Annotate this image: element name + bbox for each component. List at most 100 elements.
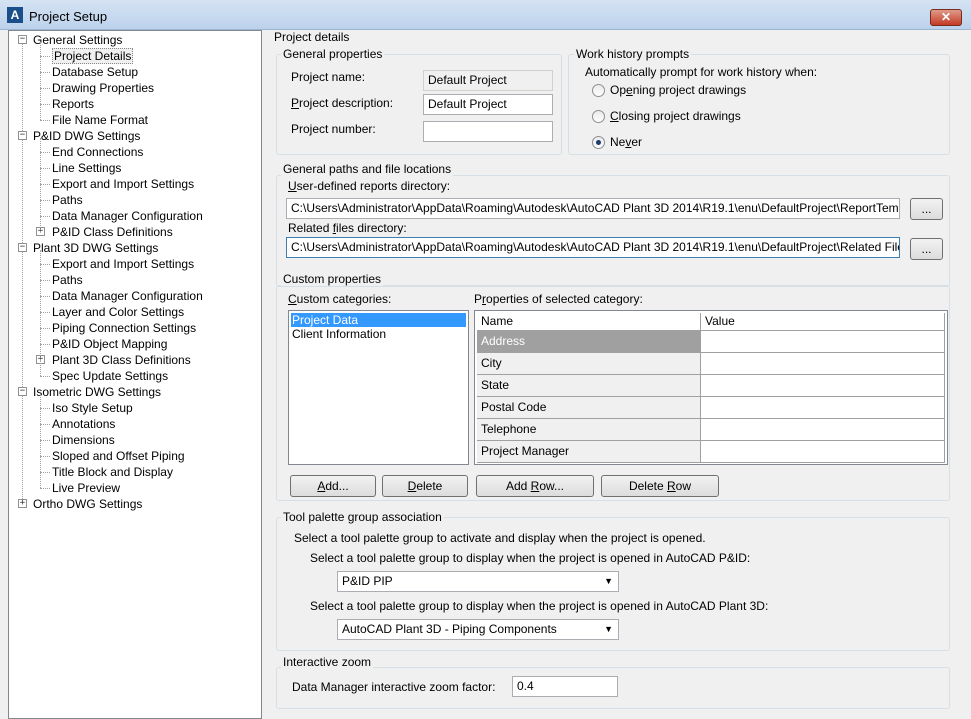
tree-item-spec-update-settings[interactable]: Spec Update Settings <box>52 368 168 384</box>
never-radio[interactable] <box>592 136 605 149</box>
project-number-label: Project number: <box>291 122 376 136</box>
delete-category-button[interactable]: Delete <box>382 475 468 497</box>
never-label[interactable]: Never <box>610 135 642 149</box>
tree-item-live-preview[interactable]: Live Preview <box>52 480 120 496</box>
reports-browse-button[interactable]: ... <box>910 198 943 220</box>
tree-item-iso-style-setup[interactable]: Iso Style Setup <box>52 400 133 416</box>
project-description-field[interactable]: Default Project <box>423 94 553 115</box>
project-number-field[interactable] <box>423 121 553 142</box>
tree-item-export-and-import-settings[interactable]: Export and Import Settings <box>52 176 194 192</box>
tree-item-isometric-dwg-settings[interactable]: Isometric DWG Settings <box>33 384 161 400</box>
grid-cell-value[interactable] <box>701 331 945 353</box>
tree-item-title-block-and-display[interactable]: Title Block and Display <box>52 464 173 480</box>
category-item-project-data[interactable]: Project Data <box>291 313 466 327</box>
pid-palette-label: Select a tool palette group to display w… <box>310 551 751 565</box>
grid-cell-value[interactable] <box>701 353 945 375</box>
tree-item-paths[interactable]: Paths <box>52 192 83 208</box>
collapse-icon[interactable]: − <box>18 387 27 396</box>
tree-item-data-manager-configuration[interactable]: Data Manager Configuration <box>52 288 203 304</box>
grid-cell-name[interactable]: Postal Code <box>477 397 701 419</box>
collapse-icon[interactable]: − <box>18 35 27 44</box>
tree-guide-line <box>40 408 50 409</box>
chevron-down-icon[interactable]: ▼ <box>604 621 613 638</box>
delete-row-button[interactable]: Delete Row <box>601 475 719 497</box>
close-button[interactable]: ✕ <box>930 9 962 26</box>
grid-cell-name[interactable]: Project Manager <box>477 441 701 463</box>
grid-cell-name[interactable]: City <box>477 353 701 375</box>
tree-item-sloped-and-offset-piping[interactable]: Sloped and Offset Piping <box>52 448 185 464</box>
custom-categories-label: Custom categories: <box>288 292 392 306</box>
tree-item-end-connections[interactable]: End Connections <box>52 144 143 160</box>
grid-cell-name[interactable]: Address <box>477 331 701 353</box>
grid-cell-value[interactable] <box>701 419 945 441</box>
plant-palette-select[interactable]: AutoCAD Plant 3D - Piping Components ▼ <box>337 619 619 640</box>
tree-item-project-details[interactable]: Project Details <box>52 48 134 64</box>
tree-item-database-setup[interactable]: Database Setup <box>52 64 138 80</box>
tree-item-label: Title Block and Display <box>52 465 173 479</box>
tree-item-export-and-import-settings[interactable]: Export and Import Settings <box>52 256 194 272</box>
tree-item-annotations[interactable]: Annotations <box>52 416 115 432</box>
grid-cell-value[interactable] <box>701 441 945 463</box>
tree-guide-line <box>40 312 50 313</box>
closing-drawings-radio[interactable] <box>592 110 605 123</box>
panel-heading: Project details <box>274 30 350 44</box>
tree-item-line-settings[interactable]: Line Settings <box>52 160 121 176</box>
chevron-down-icon[interactable]: ▼ <box>604 573 613 590</box>
settings-tree[interactable]: − General Settings Project Details Database… <box>8 30 262 719</box>
tree-item-label: P&ID Object Mapping <box>52 337 168 351</box>
close-icon: ✕ <box>940 10 952 24</box>
tree-item-general-settings[interactable]: General Settings <box>33 32 122 48</box>
tree-item-ortho-dwg-settings[interactable]: Ortho DWG Settings <box>33 496 142 512</box>
grid-cell-value[interactable] <box>701 375 945 397</box>
tree-item-label: Iso Style Setup <box>52 401 133 415</box>
related-browse-button[interactable]: ... <box>910 238 943 260</box>
tree-item-label: Project Details <box>52 48 134 64</box>
tree-guide-line <box>40 184 50 185</box>
tree-item-data-manager-configuration[interactable]: Data Manager Configuration <box>52 208 203 224</box>
tree-guide-line <box>40 424 50 425</box>
collapse-icon[interactable]: − <box>18 243 27 252</box>
tree-item-file-name-format[interactable]: File Name Format <box>52 112 148 128</box>
add-row-button[interactable]: Add Row... <box>476 475 594 497</box>
zoom-factor-field[interactable]: 0.4 <box>512 676 618 697</box>
opening-drawings-label[interactable]: Opening project drawings <box>610 83 746 97</box>
project-name-label: Project name: <box>291 70 366 84</box>
opening-drawings-radio[interactable] <box>592 84 605 97</box>
tree-item-label: Live Preview <box>52 481 121 495</box>
grid-cell-name[interactable]: Telephone <box>477 419 701 441</box>
closing-drawings-label[interactable]: Closing project drawings <box>610 109 741 123</box>
tree-item-p-id-class-definitions[interactable]: P&ID Class Definitions <box>52 224 173 240</box>
add-category-button[interactable]: Add... <box>290 475 376 497</box>
tree-item-p-id-object-mapping[interactable]: P&ID Object Mapping <box>52 336 167 352</box>
title-bar[interactable]: A Project Setup ✕ <box>0 0 971 30</box>
tree-item-plant-3d-dwg-settings[interactable]: Plant 3D DWG Settings <box>33 240 158 256</box>
tree-item-paths[interactable]: Paths <box>52 272 83 288</box>
related-files-field[interactable]: C:\Users\Administrator\AppData\Roaming\A… <box>286 237 900 258</box>
tree-item-layer-and-color-settings[interactable]: Layer and Color Settings <box>52 304 184 320</box>
tree-item-label: General Settings <box>33 33 123 47</box>
tree-item-drawing-properties[interactable]: Drawing Properties <box>52 80 154 96</box>
tree-item-dimensions[interactable]: Dimensions <box>52 432 115 448</box>
grid-cell-value[interactable] <box>701 397 945 419</box>
custom-properties-title: Custom properties <box>281 272 384 286</box>
grid-header-value[interactable]: Value <box>701 313 945 331</box>
tree-item-reports[interactable]: Reports <box>52 96 94 112</box>
tree-item-piping-connection-settings[interactable]: Piping Connection Settings <box>52 320 196 336</box>
expand-icon[interactable]: + <box>18 499 27 508</box>
collapse-icon[interactable]: − <box>18 131 27 140</box>
tree-item-p-id-dwg-settings[interactable]: P&ID DWG Settings <box>33 128 140 144</box>
tree-item-label: Isometric DWG Settings <box>33 385 162 399</box>
tree-guide-line <box>40 152 50 153</box>
tree-guide-line <box>40 296 50 297</box>
tree-guide-line <box>40 344 50 345</box>
properties-grid[interactable]: Name Value Address City State Postal Code Te… <box>474 310 948 465</box>
paths-title: General paths and file locations <box>281 162 454 176</box>
grid-header-name[interactable]: Name <box>477 313 701 331</box>
custom-categories-list[interactable]: Project Data Client Information <box>288 310 469 465</box>
pid-palette-select[interactable]: P&ID PIP ▼ <box>337 571 619 592</box>
tree-item-plant-3d-class-definitions[interactable]: Plant 3D Class Definitions <box>52 352 191 368</box>
grid-cell-name[interactable]: State <box>477 375 701 397</box>
reports-directory-field[interactable]: C:\Users\Administrator\AppData\Roaming\A… <box>286 198 900 219</box>
category-item-client-information[interactable]: Client Information <box>291 327 466 341</box>
tree-item-label: Sloped and Offset Piping <box>52 449 185 463</box>
